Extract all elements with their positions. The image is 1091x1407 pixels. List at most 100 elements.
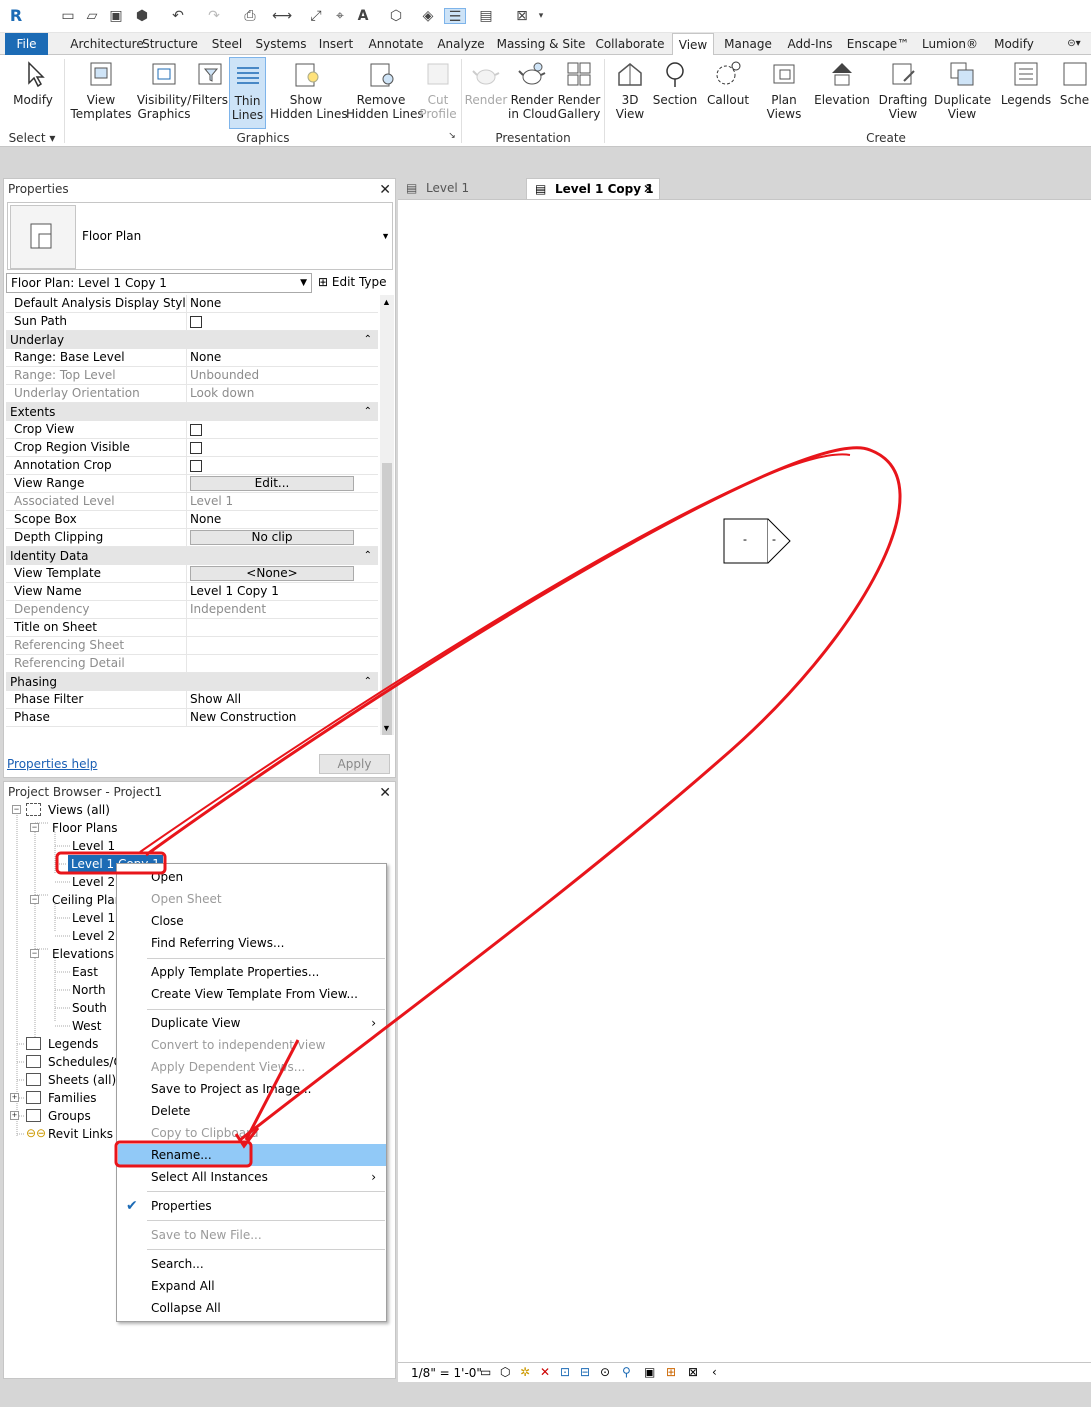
tab-modify[interactable]: Modify	[986, 33, 1042, 55]
view-scale[interactable]: 1/8" = 1'-0"	[411, 1364, 482, 1382]
render-gallery-button[interactable]: Render Gallery	[557, 57, 601, 129]
close-icon[interactable]: ✕	[379, 784, 391, 800]
context-menu-item[interactable]: Close	[118, 910, 386, 932]
browser-tree-item[interactable]: Revit Links	[48, 1125, 113, 1143]
close-icon[interactable]: ✕	[379, 181, 391, 197]
tab-level-1-copy-1[interactable]: ▤ Level 1 Copy 1 ✕	[526, 178, 660, 200]
property-checkbox[interactable]	[190, 460, 202, 472]
type-selector[interactable]: Floor Plan ▼	[7, 202, 393, 270]
context-menu-item[interactable]: Open	[118, 866, 386, 888]
temporary-view-properties-icon[interactable]: ⊞	[666, 1363, 676, 1381]
property-checkbox[interactable]	[190, 316, 202, 328]
plan-views-button[interactable]: Plan Views	[762, 57, 806, 129]
collapse-icon[interactable]: −	[30, 823, 39, 832]
shadows-icon[interactable]: ✕	[540, 1363, 550, 1381]
ribbon-minimize-icon[interactable]: ⊝▾	[1060, 33, 1088, 55]
browser-tree-item[interactable]: South	[72, 999, 107, 1017]
instance-selector[interactable]: Floor Plan: Level 1 Copy 1 ▼	[6, 273, 312, 293]
hide-analytical-icon[interactable]: ⊠	[688, 1363, 698, 1381]
context-menu-item[interactable]: Search...	[118, 1253, 386, 1275]
property-button[interactable]: Edit...	[190, 476, 354, 491]
property-value[interactable]: None	[186, 511, 366, 528]
duplicate-view-button[interactable]: Duplicate View	[934, 57, 991, 129]
property-value[interactable]: New Construction	[186, 709, 366, 726]
property-value[interactable]: <None>	[186, 565, 366, 582]
legends-button[interactable]: Legends	[1000, 57, 1052, 129]
browser-tree-item[interactable]: Level 2	[72, 927, 115, 945]
remove-hidden-lines-button[interactable]: Remove Hidden Lines	[346, 57, 424, 129]
section-qat-icon[interactable]: ◈	[420, 8, 436, 24]
property-value[interactable]: Edit...	[186, 475, 366, 492]
property-group-header[interactable]: Phasing ⌃	[6, 673, 378, 691]
collapse-icon[interactable]: −	[30, 949, 39, 958]
tab-add-ins[interactable]: Add-Ins	[782, 33, 838, 55]
cut-profile-button[interactable]: Cut Profile	[418, 57, 458, 129]
tab-steel[interactable]: Steel	[205, 33, 249, 55]
close-icon[interactable]: ✕	[643, 179, 653, 200]
property-value[interactable]	[186, 619, 366, 636]
property-value[interactable]: None	[186, 349, 366, 366]
property-group-header[interactable]: Underlay ⌃	[6, 331, 378, 349]
text-icon[interactable]: A	[356, 8, 370, 24]
tab-collaborate[interactable]: Collaborate	[593, 33, 667, 55]
section-button[interactable]: Section	[652, 57, 698, 129]
tab-massing-site[interactable]: Massing & Site	[493, 33, 589, 55]
browser-tree-item[interactable]: Legends	[48, 1035, 98, 1053]
browser-tree-item[interactable]: Floor Plans	[52, 819, 117, 837]
expand-icon[interactable]: +	[10, 1111, 19, 1120]
browser-tree-item[interactable]: Sheets (all)	[48, 1071, 116, 1089]
callout-button[interactable]: Callout	[704, 57, 752, 129]
switch-windows-icon[interactable]: ▤	[476, 8, 496, 24]
revit-logo-icon[interactable]: R	[8, 8, 24, 24]
collapse-icon[interactable]: −	[30, 895, 39, 904]
browser-tree-item[interactable]: Level 1	[72, 837, 115, 855]
browser-tree-item[interactable]: Level 2	[72, 873, 115, 891]
property-button[interactable]: No clip	[190, 530, 354, 545]
tab-structure[interactable]: Structure	[139, 33, 201, 55]
temporary-hide-icon[interactable]: ⚲	[622, 1363, 631, 1381]
render-in-cloud-button[interactable]: Render in Cloud	[508, 57, 557, 129]
property-group-header[interactable]: Extents ⌃	[6, 403, 378, 421]
collapse-icon[interactable]: ⌃	[364, 403, 372, 421]
open-file-icon[interactable]: ▱	[84, 8, 100, 24]
context-menu-item[interactable]: Find Referring Views...	[118, 932, 386, 954]
property-value[interactable]	[186, 313, 366, 330]
customize-qat-icon[interactable]: ▾	[536, 8, 546, 24]
browser-tree-item[interactable]: East	[72, 963, 98, 981]
property-value[interactable]: Show All	[186, 691, 366, 708]
property-value[interactable]: No clip	[186, 529, 366, 546]
new-file-icon[interactable]: ▭	[60, 8, 76, 24]
browser-tree-item[interactable]: Views (all)	[48, 801, 110, 819]
property-value[interactable]	[186, 421, 366, 438]
scroll-up-icon[interactable]: ▲	[382, 297, 391, 307]
property-button[interactable]: <None>	[190, 566, 354, 581]
sync-icon[interactable]: ⬢	[132, 8, 152, 24]
context-menu-item[interactable]: Select All Instances ›	[118, 1166, 386, 1188]
tab-analyze[interactable]: Analyze	[433, 33, 489, 55]
context-menu-item[interactable]: Apply Template Properties...	[118, 961, 386, 983]
visual-style-icon[interactable]: ⬡	[500, 1363, 510, 1381]
tab-lumion[interactable]: Lumion®	[918, 33, 982, 55]
thin-lines-button[interactable]: Thin Lines	[229, 57, 266, 129]
elevation-marker[interactable]	[722, 517, 792, 565]
render-button[interactable]: Render	[464, 57, 508, 129]
context-menu-item[interactable]: Rename...	[118, 1144, 386, 1166]
type-dropdown-icon[interactable]: ▼	[381, 231, 390, 241]
close-inactive-icon[interactable]: ⊠	[512, 8, 532, 24]
property-value[interactable]	[186, 439, 366, 456]
elevation-button[interactable]: Elevation	[812, 57, 872, 129]
reveal-hidden-icon[interactable]: ▣	[644, 1363, 655, 1381]
tab-annotate[interactable]: Annotate	[363, 33, 429, 55]
modify-button[interactable]: Modify	[8, 57, 58, 129]
browser-tree-item[interactable]: Families	[48, 1089, 96, 1107]
property-group-header[interactable]: Identity Data ⌃	[6, 547, 378, 565]
save-icon[interactable]: ▣	[108, 8, 124, 24]
browser-tree-item[interactable]: Level 1	[72, 909, 115, 927]
unlocked-3d-icon[interactable]: ⊙	[600, 1363, 610, 1381]
group-label-select[interactable]: Select ▾	[4, 131, 60, 145]
properties-help-link[interactable]: Properties help	[7, 757, 97, 771]
tab-view[interactable]: View	[672, 33, 714, 56]
view-templates-button[interactable]: View Templates	[70, 57, 132, 129]
show-hidden-lines-button[interactable]: Show Hidden Lines	[270, 57, 348, 129]
property-checkbox[interactable]	[190, 424, 202, 436]
